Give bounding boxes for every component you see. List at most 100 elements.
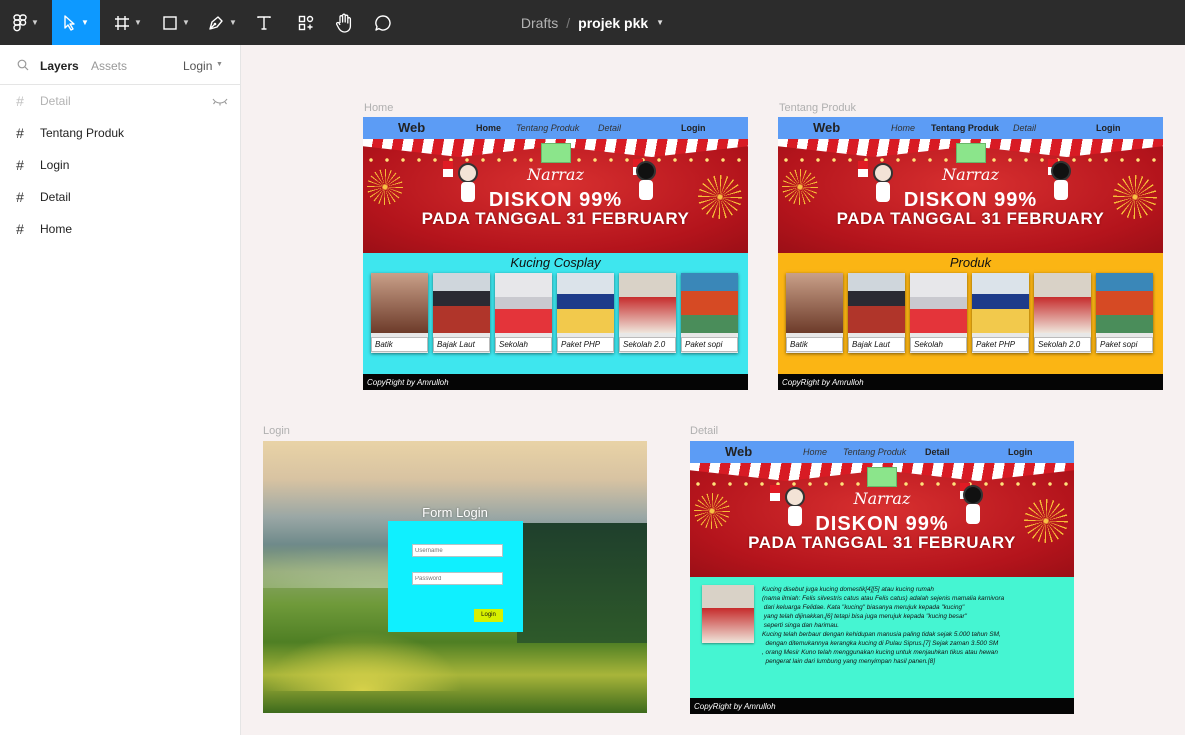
product-card[interactable]: Bajak Laut <box>848 273 905 353</box>
frame-label-home[interactable]: Home <box>364 102 393 114</box>
product-card[interactable]: Sekolah 2.0 <box>619 273 676 353</box>
promo-banner: Narraz DISKON 99% PADA TANGGAL 31 FEBRUA… <box>690 463 1074 577</box>
frame-tool-button[interactable]: ▼ <box>108 0 148 45</box>
sunlit-hill <box>263 631 463 692</box>
main-menu-button[interactable]: ▼ <box>0 0 52 45</box>
chevron-down-icon: ▼ <box>229 18 237 27</box>
hand-tool-button[interactable] <box>330 0 358 45</box>
nav-detail[interactable]: Detail <box>598 123 621 133</box>
pen-tool-icon <box>209 15 223 30</box>
chevron-down-icon: ▼ <box>81 18 89 27</box>
site-footer: CopyRight by Amrulloh <box>690 698 1074 714</box>
layer-item-login[interactable]: # Login <box>0 149 240 181</box>
nav-tentang-produk[interactable]: Tentang Produk <box>516 123 579 133</box>
detail-text-line: dengan ditemukannya kerangka kucing di P… <box>762 640 999 647</box>
layer-item-home[interactable]: # Home <box>0 213 240 245</box>
product-image <box>433 273 490 333</box>
figma-menu-icon <box>13 13 27 31</box>
product-card[interactable]: Sekolah <box>495 273 552 353</box>
promo-banner: Narraz DISKON 99% PADA TANGGAL 31 FEBRUA… <box>778 139 1163 253</box>
design-canvas[interactable]: Home Web Home Tentang Produk Detail Logi… <box>241 45 1185 735</box>
move-tool-button[interactable]: ▼ <box>52 0 100 45</box>
page-select[interactable]: Login <box>183 59 212 73</box>
frame-label-login[interactable]: Login <box>263 425 290 437</box>
text-tool-button[interactable] <box>250 0 278 45</box>
username-input[interactable] <box>412 544 503 557</box>
product-card[interactable]: Batik <box>371 273 428 353</box>
product-image <box>371 273 428 333</box>
eye-hidden-icon[interactable] <box>212 96 228 106</box>
shape-tool-button[interactable]: ▼ <box>156 0 196 45</box>
detail-text-line: Kucing telah berbaur dengan kehidupan ma… <box>762 631 1001 638</box>
product-image <box>848 273 905 333</box>
breadcrumb-separator: / <box>566 14 571 31</box>
forest <box>517 522 647 643</box>
tab-layers[interactable]: Layers <box>40 59 79 73</box>
hash-frame-icon: # <box>16 189 24 205</box>
text-tool-icon <box>257 15 271 30</box>
product-card[interactable]: Paket sopi <box>1096 273 1153 353</box>
hash-frame-icon: # <box>16 221 24 237</box>
layer-label: Home <box>40 222 73 236</box>
site-navbar: Web Home Tentang Produk Detail Login <box>778 117 1163 139</box>
search-icon[interactable] <box>17 59 29 71</box>
frame-detail[interactable]: Web Home Tentang Produk Detail Login Nar… <box>690 441 1074 714</box>
product-card[interactable]: Bajak Laut <box>433 273 490 353</box>
product-card[interactable]: Paket PHP <box>972 273 1029 353</box>
product-card[interactable]: Sekolah <box>910 273 967 353</box>
product-caption: Sekolah 2.0 <box>1034 337 1091 352</box>
detail-text-line: pengerat lain dari lumbung yang menyimpa… <box>762 658 936 665</box>
detail-text-line: , orang Mesir Kuno telah menggunakan kuc… <box>762 649 998 656</box>
site-navbar: Web Home Tentang Produk Detail Login <box>690 441 1074 463</box>
file-name[interactable]: projek pkk <box>578 15 648 31</box>
layer-item-tentang-produk[interactable]: # Tentang Produk <box>0 117 240 149</box>
tab-assets[interactable]: Assets <box>91 59 127 73</box>
product-caption: Paket PHP <box>557 337 614 352</box>
section-title: Produk <box>949 255 992 270</box>
banner-logo-badge <box>867 467 897 487</box>
product-image <box>1034 273 1091 333</box>
site-logo: Web <box>813 120 841 135</box>
comment-tool-button[interactable] <box>369 0 397 45</box>
detail-text-line: dari keluarga Felidae. Kata "kucing" bia… <box>762 604 965 611</box>
frame-label-detail[interactable]: Detail <box>690 425 718 437</box>
nav-home[interactable]: Home <box>891 123 915 133</box>
frame-label-tentang-produk[interactable]: Tentang Produk <box>779 102 856 114</box>
resources-button[interactable] <box>292 0 320 45</box>
nav-login[interactable]: Login <box>1096 123 1121 133</box>
nav-login[interactable]: Login <box>681 123 706 133</box>
product-card[interactable]: Sekolah 2.0 <box>1034 273 1091 353</box>
product-caption: Paket sopi <box>1096 337 1153 352</box>
detail-description: Kucing disebut juga kucing domestik[4][5… <box>762 585 1067 666</box>
nav-home[interactable]: Home <box>476 123 501 133</box>
frame-login[interactable]: Form Login Login <box>263 441 647 713</box>
nav-home[interactable]: Home <box>803 447 827 457</box>
login-button[interactable]: Login <box>474 609 503 622</box>
detail-product-image <box>702 585 754 643</box>
frame-home[interactable]: Web Home Tentang Produk Detail Login Nar… <box>363 117 748 390</box>
site-navbar: Web Home Tentang Produk Detail Login <box>363 117 748 139</box>
password-input[interactable] <box>412 572 503 585</box>
detail-text-line: yang telah dijinakkan,[6] tetapi bisa ju… <box>762 613 967 620</box>
product-card[interactable]: Batik <box>786 273 843 353</box>
layer-item-detail-hidden[interactable]: # Detail <box>0 85 240 117</box>
layers-panel: Layers Assets Login ▼ # Detail # Tentang… <box>0 45 241 735</box>
product-caption: Paket sopi <box>681 337 738 352</box>
product-card[interactable]: Paket PHP <box>557 273 614 353</box>
layer-item-detail[interactable]: # Detail <box>0 181 240 213</box>
nav-detail[interactable]: Detail <box>1013 123 1036 133</box>
layer-label: Detail <box>40 94 71 108</box>
nav-login[interactable]: Login <box>1008 447 1033 457</box>
chevron-down-icon[interactable]: ▼ <box>216 61 223 68</box>
breadcrumb-drafts[interactable]: Drafts <box>521 15 558 31</box>
product-card[interactable]: Paket sopi <box>681 273 738 353</box>
nav-tentang-produk[interactable]: Tentang Produk <box>931 123 999 133</box>
product-caption: Sekolah 2.0 <box>619 337 676 352</box>
frame-tentang-produk[interactable]: Web Home Tentang Produk Detail Login Nar… <box>778 117 1163 390</box>
nav-detail[interactable]: Detail <box>925 447 950 457</box>
product-image <box>619 273 676 333</box>
comment-icon <box>375 14 391 31</box>
chevron-down-icon[interactable]: ▼ <box>656 18 664 27</box>
nav-tentang-produk[interactable]: Tentang Produk <box>843 447 906 457</box>
pen-tool-button[interactable]: ▼ <box>202 0 242 45</box>
